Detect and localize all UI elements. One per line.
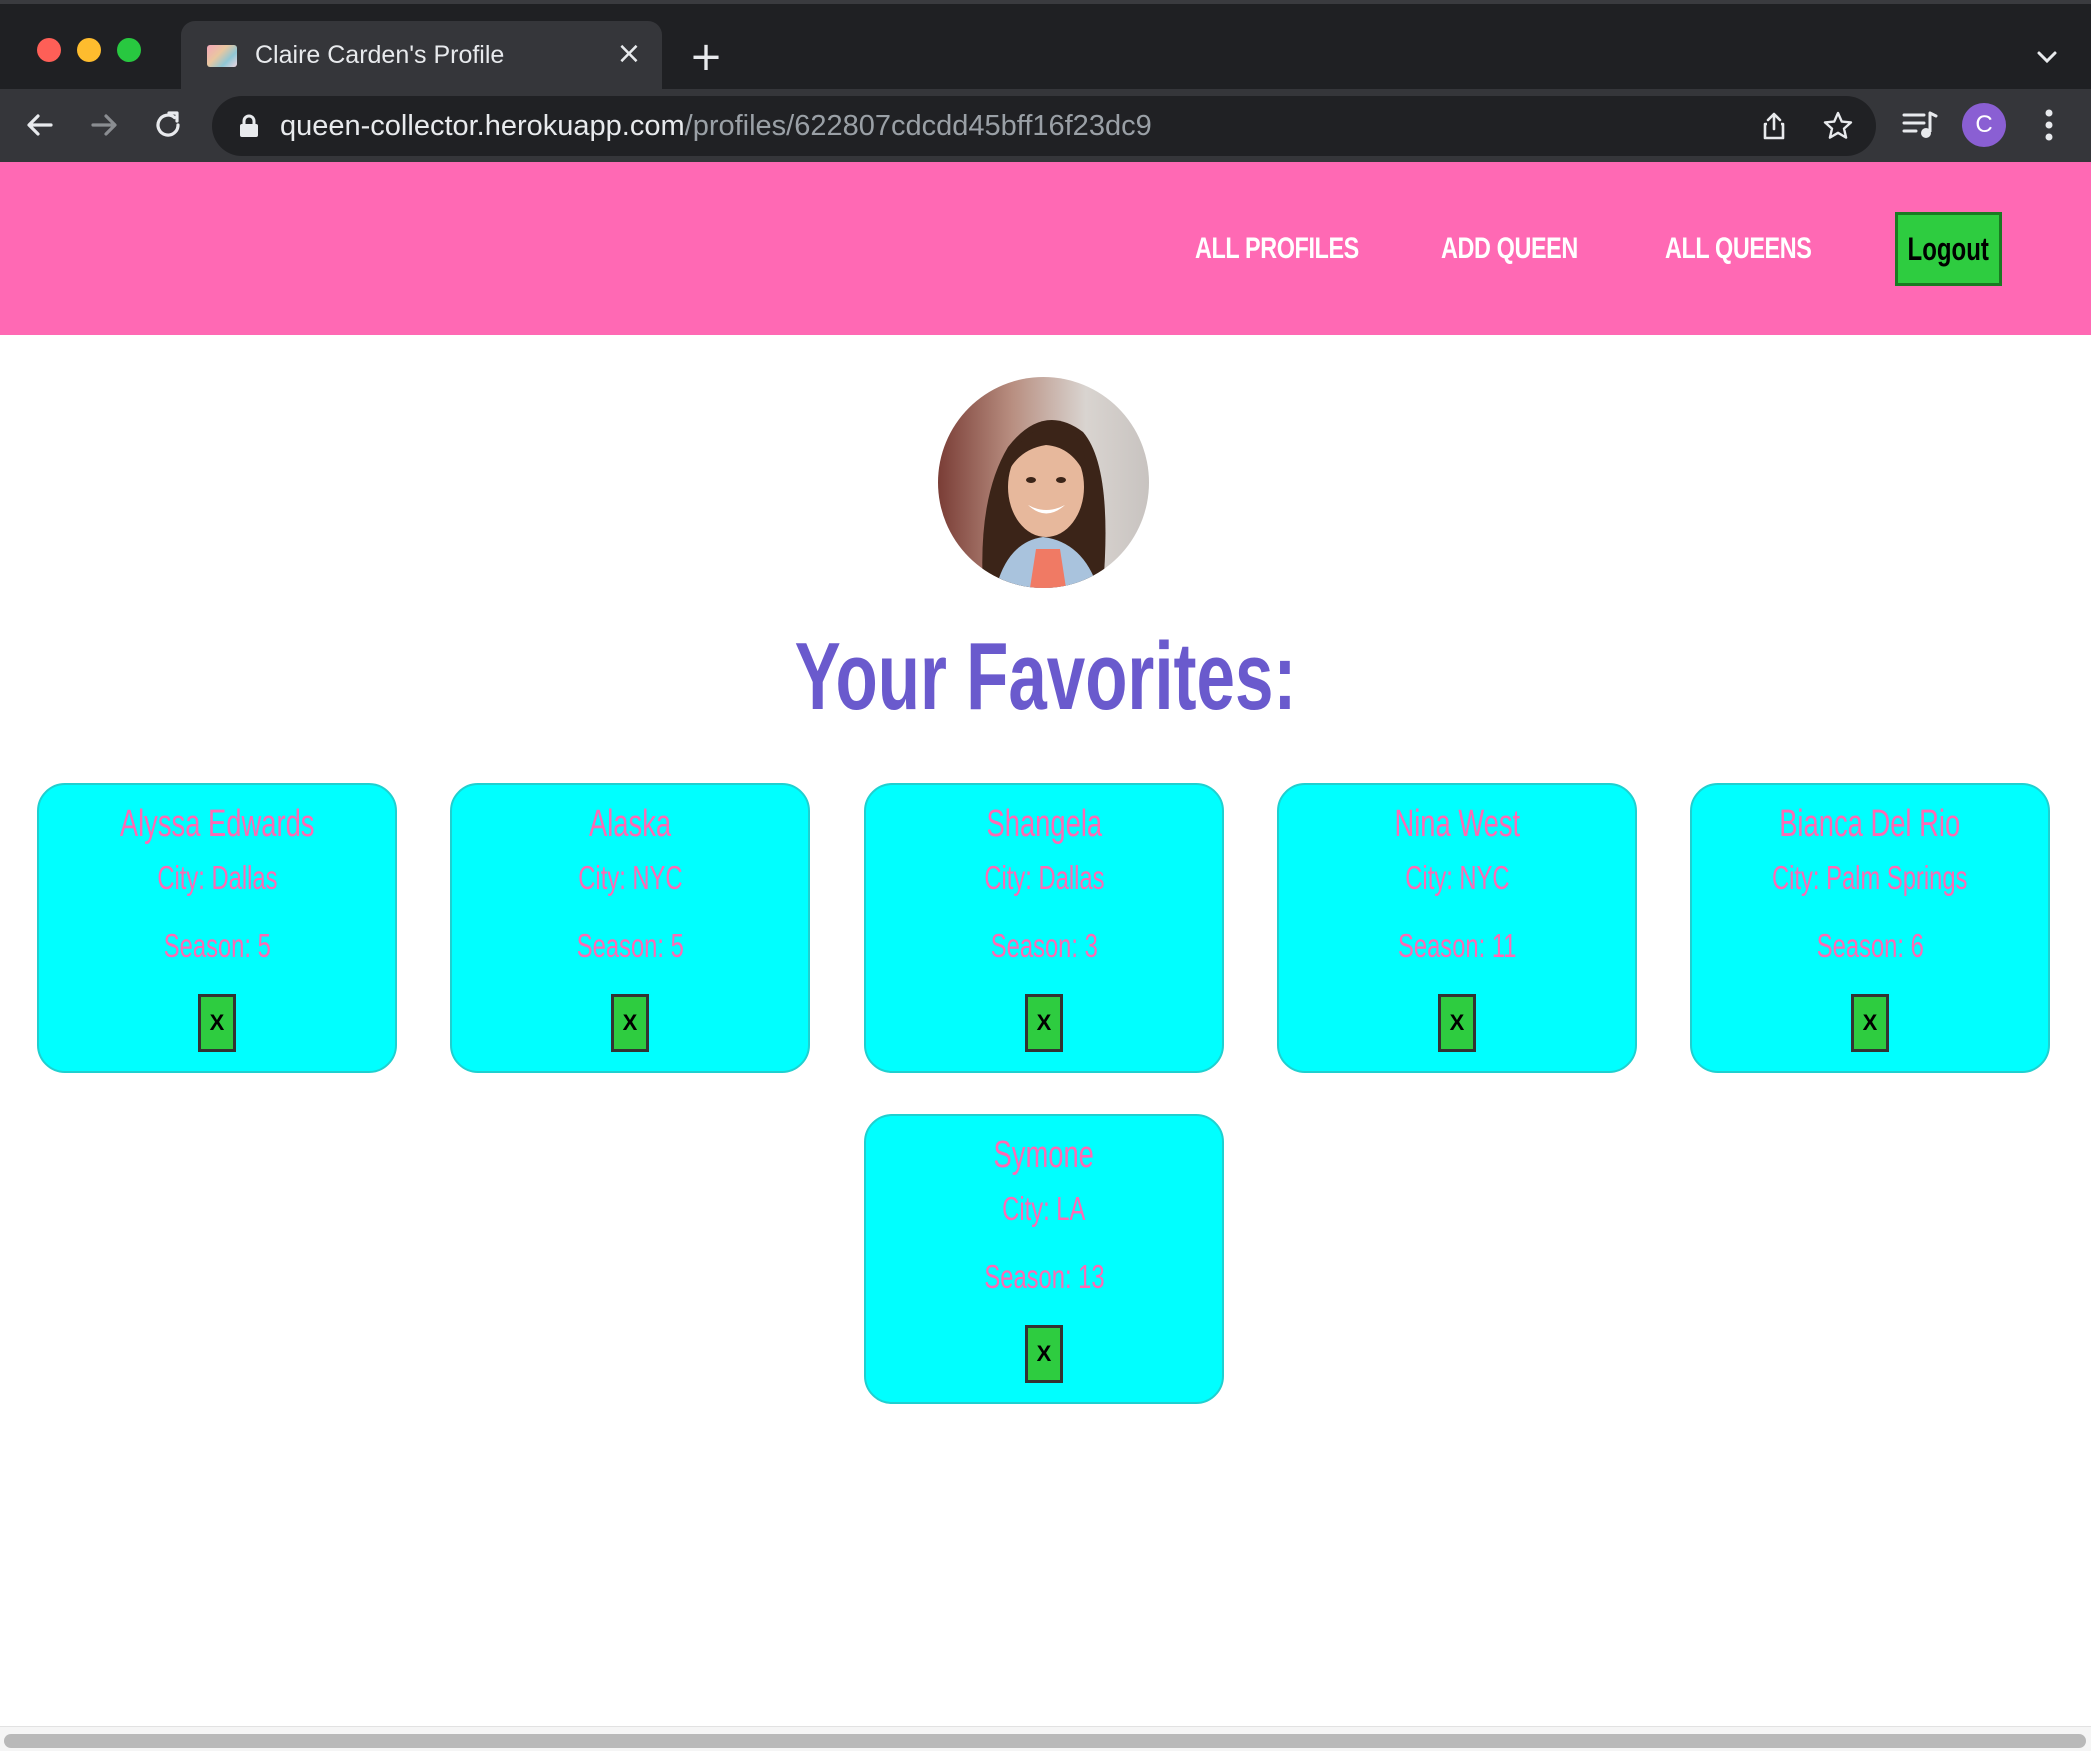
queen-name-text: Alaska <box>588 803 672 845</box>
queen-city-text: City: NYC <box>1404 859 1510 896</box>
tab-title: Claire Carden's Profile <box>255 41 505 69</box>
window-zoom-button[interactable] <box>117 38 141 62</box>
browser-tab-bar: Claire Carden's Profile × + <box>0 0 2091 93</box>
queen-season-text: Season: 3 <box>990 927 1098 964</box>
remove-favorite-button[interactable]: X <box>611 994 649 1052</box>
queen-season: Season: 5 <box>452 927 808 965</box>
page-title: Your Favorites: <box>0 622 2091 732</box>
queen-card: Symone City: LA Season: 13 X <box>864 1114 1224 1404</box>
nav-link-all-queens[interactable]: ALL QUEENS <box>1665 232 1812 266</box>
queen-season-text: Season: 5 <box>163 927 271 964</box>
kebab-menu-icon[interactable] <box>2034 105 2064 145</box>
tab-list-chevron-icon[interactable] <box>2032 42 2062 72</box>
queen-season: Season: 13 <box>866 1258 1222 1296</box>
queen-season: Season: 6 <box>1692 927 2048 965</box>
queen-city-text: City: Dallas <box>983 859 1105 896</box>
queen-name: Bianca Del Rio <box>1692 803 2048 846</box>
queen-season: Season: 11 <box>1279 927 1635 965</box>
remove-favorite-button[interactable]: X <box>1438 994 1476 1052</box>
queen-season-text: Season: 11 <box>1397 927 1517 964</box>
back-arrow-icon <box>27 114 53 136</box>
scrollbar-thumb[interactable] <box>4 1734 2086 1748</box>
close-icon[interactable]: × <box>614 39 644 69</box>
media-control-icon[interactable] <box>1900 105 1940 145</box>
address-bar[interactable]: queen-collector.herokuapp.com/profiles/6… <box>212 96 1876 156</box>
window-minimize-button[interactable] <box>77 38 101 62</box>
url-host: queen-collector.herokuapp.com <box>280 110 685 142</box>
queen-season-text: Season: 5 <box>576 927 684 964</box>
url-path: /profiles/622807cdcdd45bff16f23dc9 <box>684 110 1152 142</box>
queen-city: City: LA <box>866 1190 1222 1228</box>
queen-city-text: City: Palm Springs <box>1772 859 1968 896</box>
queen-name: Nina West <box>1279 803 1635 846</box>
queen-card: Alaska City: NYC Season: 5 X <box>450 783 810 1073</box>
logout-button[interactable]: Logout <box>1895 212 2002 286</box>
logout-label: Logout <box>1907 230 1990 267</box>
reload-icon <box>156 111 180 137</box>
queen-city-text: City: NYC <box>577 859 683 896</box>
queen-name-text: Nina West <box>1394 803 1520 845</box>
queen-card: Bianca Del Rio City: Palm Springs Season… <box>1690 783 2050 1073</box>
remove-favorite-button[interactable]: X <box>198 994 236 1052</box>
queen-season-text: Season: 6 <box>1816 927 1924 964</box>
queen-card: Alyssa Edwards City: Dallas Season: 5 X <box>37 783 397 1073</box>
queen-city: City: Dallas <box>866 859 1222 897</box>
queen-season-text: Season: 13 <box>983 1258 1105 1295</box>
queen-name-text: Shangela <box>986 803 1102 845</box>
nav-link-add-queen[interactable]: ADD QUEEN <box>1441 232 1578 266</box>
page-title-text: Your Favorites: <box>794 623 1297 730</box>
queen-season: Season: 3 <box>866 927 1222 965</box>
queen-name: Symone <box>866 1134 1222 1177</box>
queen-city-text: City: LA <box>1002 1190 1086 1227</box>
queen-name: Alaska <box>452 803 808 846</box>
page-content: ALL PROFILES ADD QUEEN ALL QUEENS Logout… <box>0 162 2091 1751</box>
profile-avatar <box>938 377 1149 588</box>
forward-arrow-icon <box>91 114 117 136</box>
remove-favorite-button[interactable]: X <box>1025 1325 1063 1383</box>
favicon-icon <box>207 45 237 67</box>
queen-city: City: NYC <box>1279 859 1635 897</box>
queen-name-text: Bianca Del Rio <box>1779 803 1961 845</box>
remove-favorite-button[interactable]: X <box>1025 994 1063 1052</box>
reload-button[interactable] <box>146 103 190 147</box>
queen-city: City: Palm Springs <box>1692 859 2048 897</box>
site-navbar: ALL PROFILES ADD QUEEN ALL QUEENS Logout <box>0 162 2091 335</box>
plus-icon[interactable]: + <box>688 37 724 77</box>
queen-city: City: NYC <box>452 859 808 897</box>
star-icon[interactable] <box>1822 110 1854 142</box>
queen-name-text: Symone <box>993 1134 1095 1176</box>
remove-favorite-button[interactable]: X <box>1851 994 1889 1052</box>
queen-city-text: City: Dallas <box>156 859 278 896</box>
queen-name: Shangela <box>866 803 1222 846</box>
share-icon[interactable] <box>1758 110 1790 142</box>
queen-name: Alyssa Edwards <box>39 803 395 846</box>
profile-avatar-button[interactable]: C <box>1962 103 2006 147</box>
queen-card: Nina West City: NYC Season: 11 X <box>1277 783 1637 1073</box>
browser-toolbar: queen-collector.herokuapp.com/profiles/6… <box>0 89 2091 162</box>
queen-city: City: Dallas <box>39 859 395 897</box>
forward-button[interactable] <box>82 103 126 147</box>
nav-link-all-profiles[interactable]: ALL PROFILES <box>1195 232 1359 266</box>
queen-card: Shangela City: Dallas Season: 3 X <box>864 783 1224 1073</box>
horizontal-scrollbar[interactable] <box>0 1726 2091 1751</box>
lock-icon <box>240 114 258 137</box>
url-text: queen-collector.herokuapp.com/profiles/6… <box>280 110 1152 143</box>
queen-season: Season: 5 <box>39 927 395 965</box>
window-close-button[interactable] <box>37 38 61 62</box>
back-button[interactable] <box>18 103 62 147</box>
queen-name-text: Alyssa Edwards <box>119 803 315 845</box>
browser-tab-active[interactable]: Claire Carden's Profile × <box>181 21 662 93</box>
